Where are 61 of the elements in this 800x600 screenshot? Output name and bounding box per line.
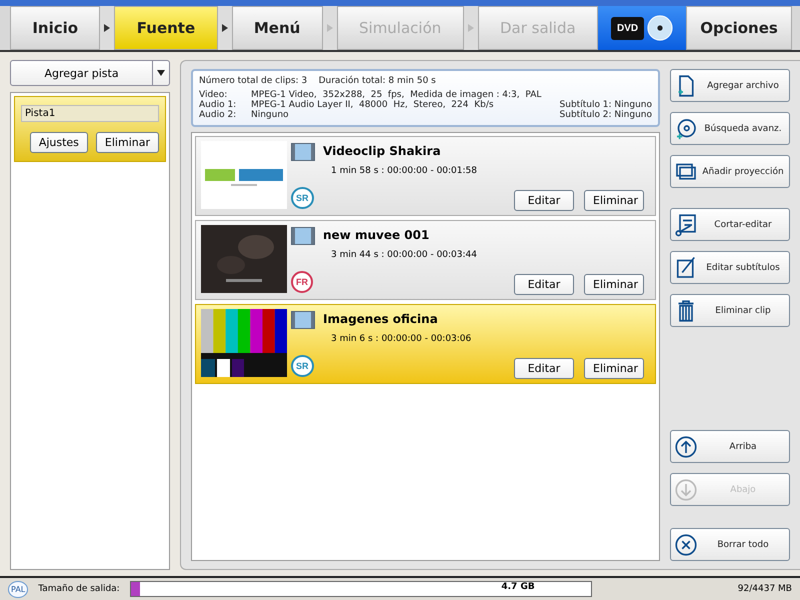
clip-card[interactable]: SR Imagenes oficina 3 min 6 s : 00:00:00 - 00:03:06 Editar Eliminar: [195, 304, 656, 384]
arrow-icon: [468, 24, 474, 32]
close-icon: [674, 532, 698, 556]
clip-button[interactable]: Editar: [514, 274, 574, 295]
subtitle-info: Subtítulo 2: Ninguno: [560, 110, 652, 120]
subtitle-info: Subtítulo 1: Ninguno: [560, 100, 652, 110]
arrow-icon: [326, 24, 333, 32]
step-tab[interactable]: Inicio: [10, 6, 100, 50]
action-button[interactable]: Cortar-editar: [670, 208, 790, 241]
dvd-format-button[interactable]: DVD: [598, 6, 686, 50]
clip-duration: 3 min 44 s : 00:00:00 - 00:03:44: [331, 250, 478, 260]
step-tab[interactable]: Menú: [232, 6, 323, 50]
property-value: Ninguno: [251, 110, 290, 120]
pal-badge: PAL: [8, 580, 28, 598]
disc-icon: [674, 116, 698, 140]
format-badge: SR: [291, 187, 314, 209]
property-label: Video:: [199, 90, 228, 100]
format-badge: SR: [291, 355, 314, 377]
clip-button[interactable]: Eliminar: [584, 358, 644, 379]
action-button[interactable]: Borrar todo: [670, 528, 790, 561]
clip-card[interactable]: SR Videoclip Shakira 1 min 58 s : 00:00:00 - 00:01:58 Editar Eliminar: [195, 136, 656, 216]
capacity-label: 4.7 GB: [501, 582, 535, 592]
property-value: MPEG-1 Video, 352x288, 25 fps, Medida de imagen : 4:3, PAL: [251, 90, 542, 100]
property-label: Audio 1:: [199, 100, 238, 110]
action-button[interactable]: Arriba: [670, 430, 790, 463]
action-button[interactable]: Añadir proyección: [670, 155, 790, 188]
clip-title: new muvee 001: [323, 228, 430, 242]
clip-button[interactable]: Editar: [514, 190, 574, 211]
track-button[interactable]: Eliminar: [96, 132, 159, 153]
clip-duration: 3 min 6 s : 00:00:00 - 00:03:06: [331, 334, 472, 344]
arrow-icon: [104, 24, 110, 32]
film-icon: [291, 143, 315, 161]
clip-duration: 1 min 58 s : 00:00:00 - 00:01:58: [331, 166, 478, 176]
options-tab[interactable]: Opciones: [686, 6, 792, 50]
track-button[interactable]: Ajustes: [30, 132, 88, 153]
action-button[interactable]: Búsqueda avanz.: [670, 112, 790, 145]
film-icon: [291, 311, 315, 329]
film-icon: [291, 227, 315, 245]
property-label: Audio 2:: [199, 110, 238, 120]
property-value: MPEG-1 Audio Layer II, 48000 Hz, Stereo, 224 Kb/s: [251, 100, 495, 110]
disc-icon: [647, 15, 674, 41]
step-tab[interactable]: Fuente: [114, 6, 218, 50]
clip-title: Imagenes oficina: [323, 312, 439, 326]
clip-button[interactable]: Eliminar: [584, 190, 644, 211]
action-button[interactable]: Eliminar clip: [670, 294, 790, 327]
track-name-field[interactable]: Pista1: [21, 105, 159, 122]
usage-text: 92/4437 MB: [738, 584, 792, 594]
caret-icon: [157, 70, 165, 76]
action-button[interactable]: Editar subtítulos: [670, 251, 790, 284]
arrow-icon: [222, 24, 228, 32]
summary-text: Número total de clips: 3 Duración total: 8 min 50 s: [199, 76, 437, 86]
clip-card[interactable]: FR new muvee 001 3 min 44 s : 00:00:00 - 00:03:44 Editar Eliminar: [195, 220, 656, 300]
action-button[interactable]: Agregar archivo: [670, 69, 790, 102]
track-dropdown[interactable]: Agregar pista: [10, 60, 170, 86]
track-card[interactable]: Pista1 Ajustes Eliminar: [14, 96, 166, 162]
scissors-icon: [674, 212, 698, 236]
clip-button[interactable]: Eliminar: [584, 274, 644, 295]
clip-title: Videoclip Shakira: [323, 144, 442, 158]
format-badge: FR: [291, 271, 313, 293]
output-size-label: Tamaño de salida:: [38, 584, 120, 594]
clip-button[interactable]: Editar: [514, 358, 574, 379]
